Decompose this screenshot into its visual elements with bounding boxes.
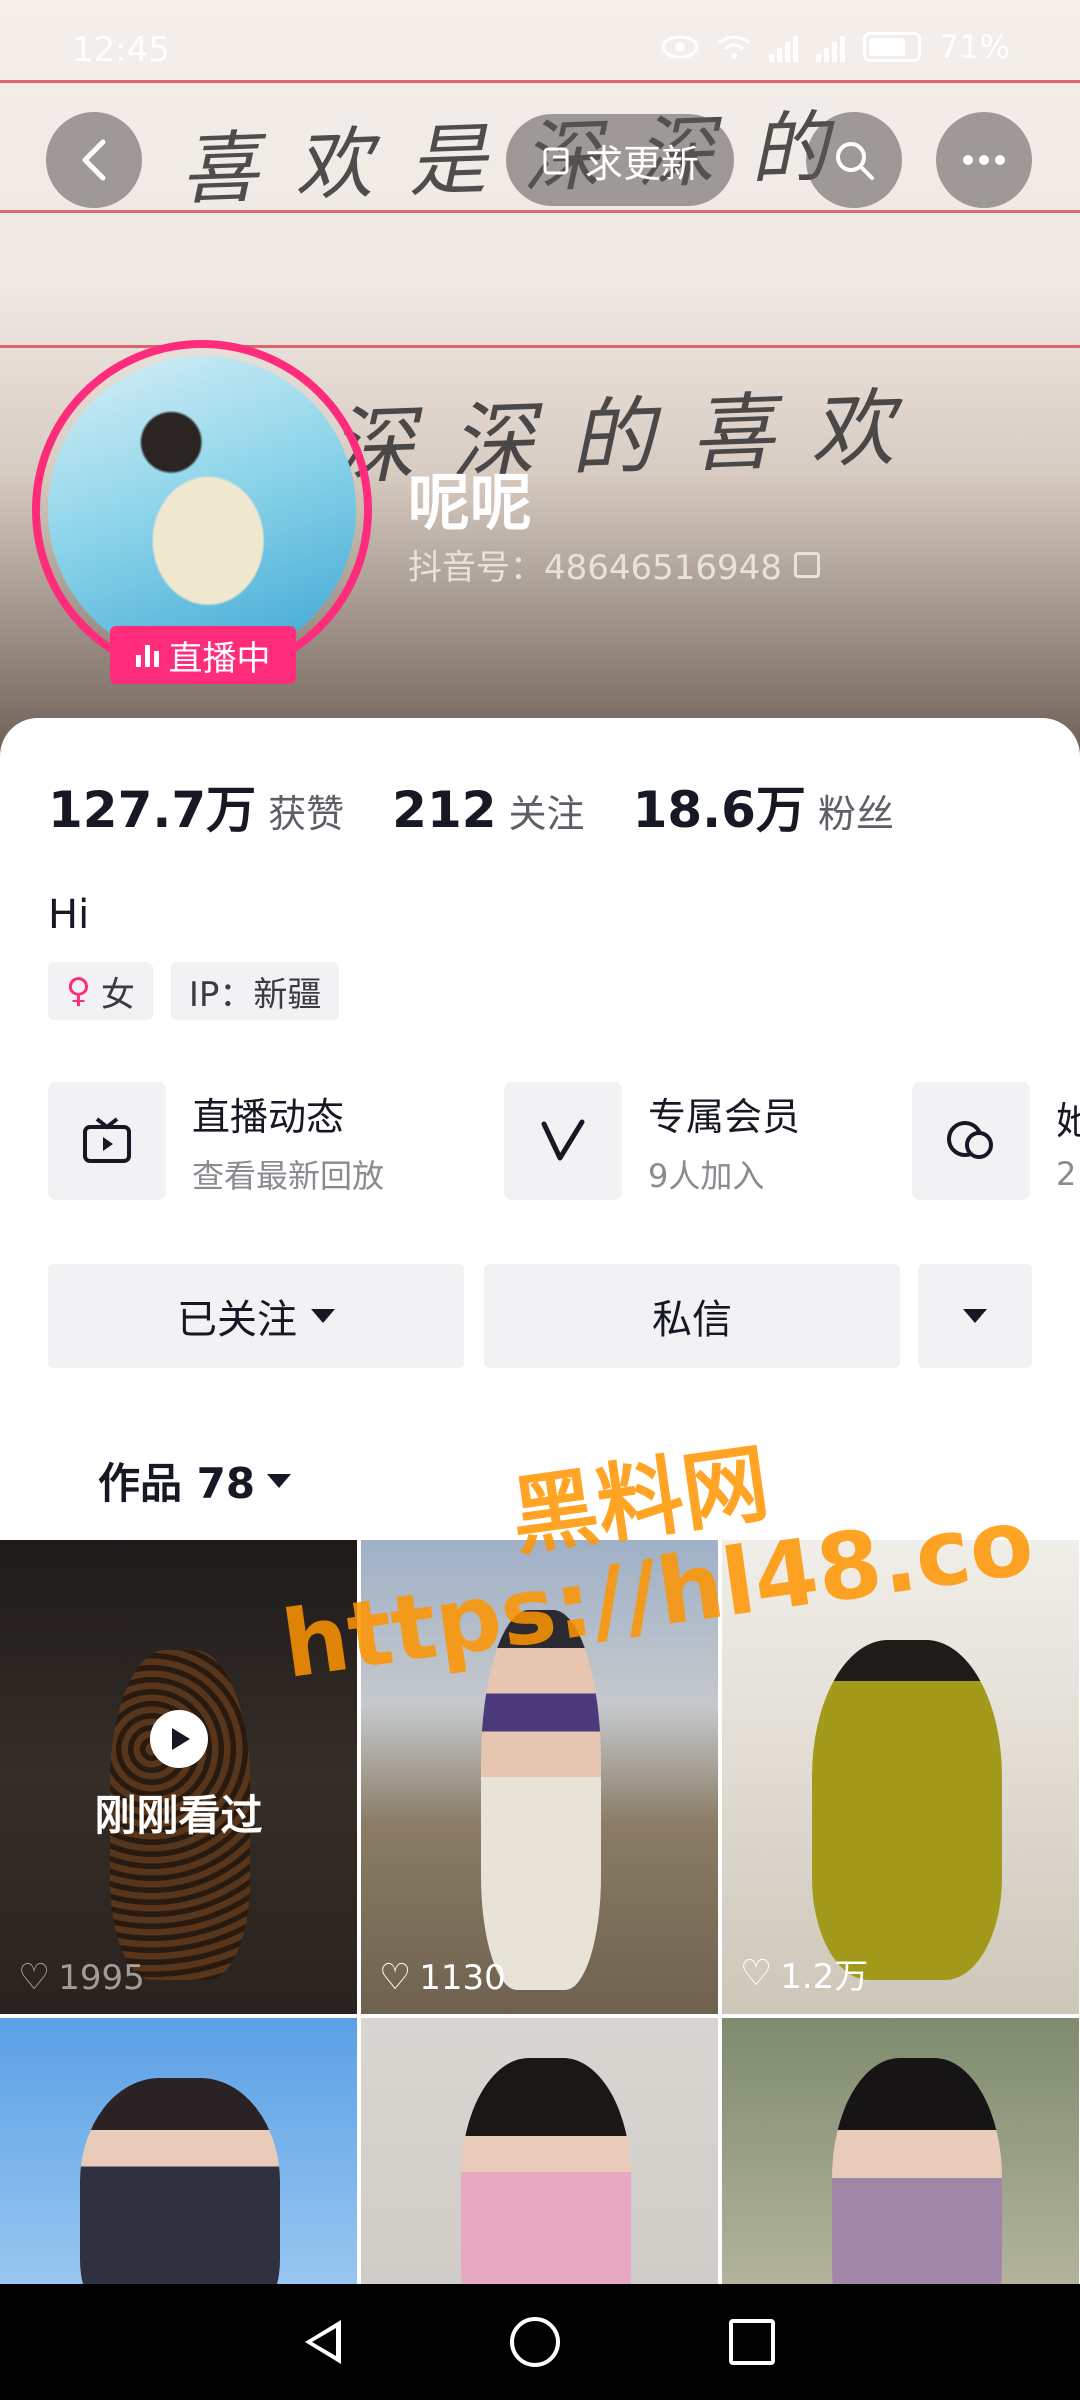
profile-tags: ♀ 女 IP：新疆 — [48, 962, 340, 1020]
feature-entries: 直播动态 查看最新回放 专属会员 9人加入 她 2 — [48, 1082, 1080, 1202]
live-badge-label: 直播中 — [168, 638, 271, 679]
female-icon: ♀ — [66, 971, 91, 1011]
message-button[interactable]: 私信 — [484, 1264, 900, 1368]
heart-icon: ♡ — [18, 1957, 51, 1998]
douyin-id-text: 抖音号：48646516948 — [408, 548, 782, 588]
works-tab-label: 作品 78 — [98, 1459, 256, 1508]
tab-works[interactable]: 作品 78 — [98, 1450, 292, 1511]
signal-5g-icon — [768, 32, 798, 62]
like-count: ♡ 1995 — [18, 1957, 145, 1998]
v-icon — [504, 1082, 622, 1200]
stat-label: 粉丝 — [817, 792, 894, 836]
search-icon — [836, 142, 874, 180]
live-badge[interactable]: 直播中 — [110, 626, 296, 684]
tv-icon — [48, 1082, 166, 1200]
like-count-value: 1.2万 — [780, 1957, 869, 1997]
thumbnail-image — [812, 1640, 1002, 1980]
feature-subtitle: 查看最新回放 — [192, 1156, 385, 1195]
live-bars-icon — [135, 643, 159, 667]
caret-down-icon — [963, 1309, 987, 1323]
heart-icon: ♡ — [379, 1957, 412, 1998]
like-count-value: 1130 — [419, 1957, 506, 1998]
nickname: 呢呢 — [408, 466, 533, 539]
feature-subtitle: 2 — [1056, 1154, 1077, 1193]
copy-icon[interactable] — [793, 551, 820, 578]
bio-text: Hi — [48, 892, 90, 938]
request-update-label: 求更新 — [584, 141, 699, 186]
back-button[interactable] — [46, 112, 142, 208]
battery-percent: 71% — [938, 28, 1010, 66]
like-count: ♡ 1.2万 — [740, 1949, 868, 1998]
play-icon — [149, 1710, 208, 1768]
chevron-left-icon — [82, 139, 106, 181]
message-label: 私信 — [652, 1297, 732, 1343]
stat-label: 关注 — [508, 792, 585, 836]
followed-button[interactable]: 已关注 — [48, 1264, 464, 1368]
nav-recents-icon[interactable] — [729, 2319, 776, 2365]
nav-home-icon[interactable] — [509, 2317, 560, 2367]
caret-down-icon — [267, 1473, 292, 1488]
feature-title: 专属会员 — [648, 1094, 801, 1139]
feature-title: 直播动态 — [192, 1094, 345, 1139]
update-icon — [543, 147, 569, 175]
douyin-id[interactable]: 抖音号：48646516948 — [408, 540, 820, 589]
request-update-button[interactable]: 求更新 — [506, 114, 734, 206]
status-bar: 12:45 71% — [0, 0, 1080, 100]
status-time: 12:45 — [72, 30, 170, 70]
ruled-line — [0, 210, 1080, 213]
like-count-value: 1995 — [58, 1957, 145, 1998]
gender-tag: ♀ 女 — [48, 962, 153, 1020]
feature-subtitle: 9人加入 — [648, 1156, 765, 1195]
gender-label: 女 — [100, 974, 135, 1015]
nav-back-icon[interactable] — [304, 2320, 341, 2364]
feature-group-chat[interactable]: 她 2 — [912, 1082, 1080, 1200]
battery-icon — [862, 32, 921, 62]
recently-watched: 刚刚看过 — [0, 1710, 357, 1843]
status-icons: 71% — [661, 28, 1010, 66]
more-actions-button[interactable] — [918, 1264, 1032, 1368]
stat-value: 212 — [392, 781, 497, 839]
feature-membership[interactable]: 专属会员 9人加入 — [504, 1082, 800, 1200]
more-icon — [963, 155, 1005, 165]
ip-label: IP：新疆 — [188, 974, 322, 1015]
search-button[interactable] — [806, 112, 902, 208]
feature-live-replay[interactable]: 直播动态 查看最新回放 — [48, 1082, 384, 1200]
followed-label: 已关注 — [177, 1297, 297, 1343]
stats-row: 127.7万 获赞 212 关注 18.6万 粉丝 — [48, 770, 942, 842]
chat-icon — [912, 1082, 1030, 1200]
avatar — [48, 356, 356, 664]
stat-following[interactable]: 212 关注 — [392, 781, 584, 839]
more-button[interactable] — [936, 112, 1032, 208]
wifi-icon — [717, 35, 750, 59]
caret-down-icon — [311, 1309, 335, 1323]
signal-4g-icon — [815, 32, 845, 62]
ip-tag: IP：新疆 — [170, 962, 340, 1020]
recently-watched-label: 刚刚看过 — [94, 1791, 263, 1840]
like-count: ♡ 1130 — [379, 1957, 506, 1998]
eye-icon — [661, 35, 699, 59]
system-nav-bar — [0, 2284, 1080, 2400]
feature-title: 她 — [1056, 1098, 1080, 1143]
stat-value: 18.6万 — [632, 781, 806, 839]
stat-label: 获赞 — [268, 792, 345, 836]
stat-followers[interactable]: 18.6万 粉丝 — [633, 770, 894, 842]
stat-likes[interactable]: 127.7万 获赞 — [48, 770, 344, 842]
heart-icon: ♡ — [740, 1953, 773, 1994]
stat-value: 127.7万 — [48, 781, 257, 839]
